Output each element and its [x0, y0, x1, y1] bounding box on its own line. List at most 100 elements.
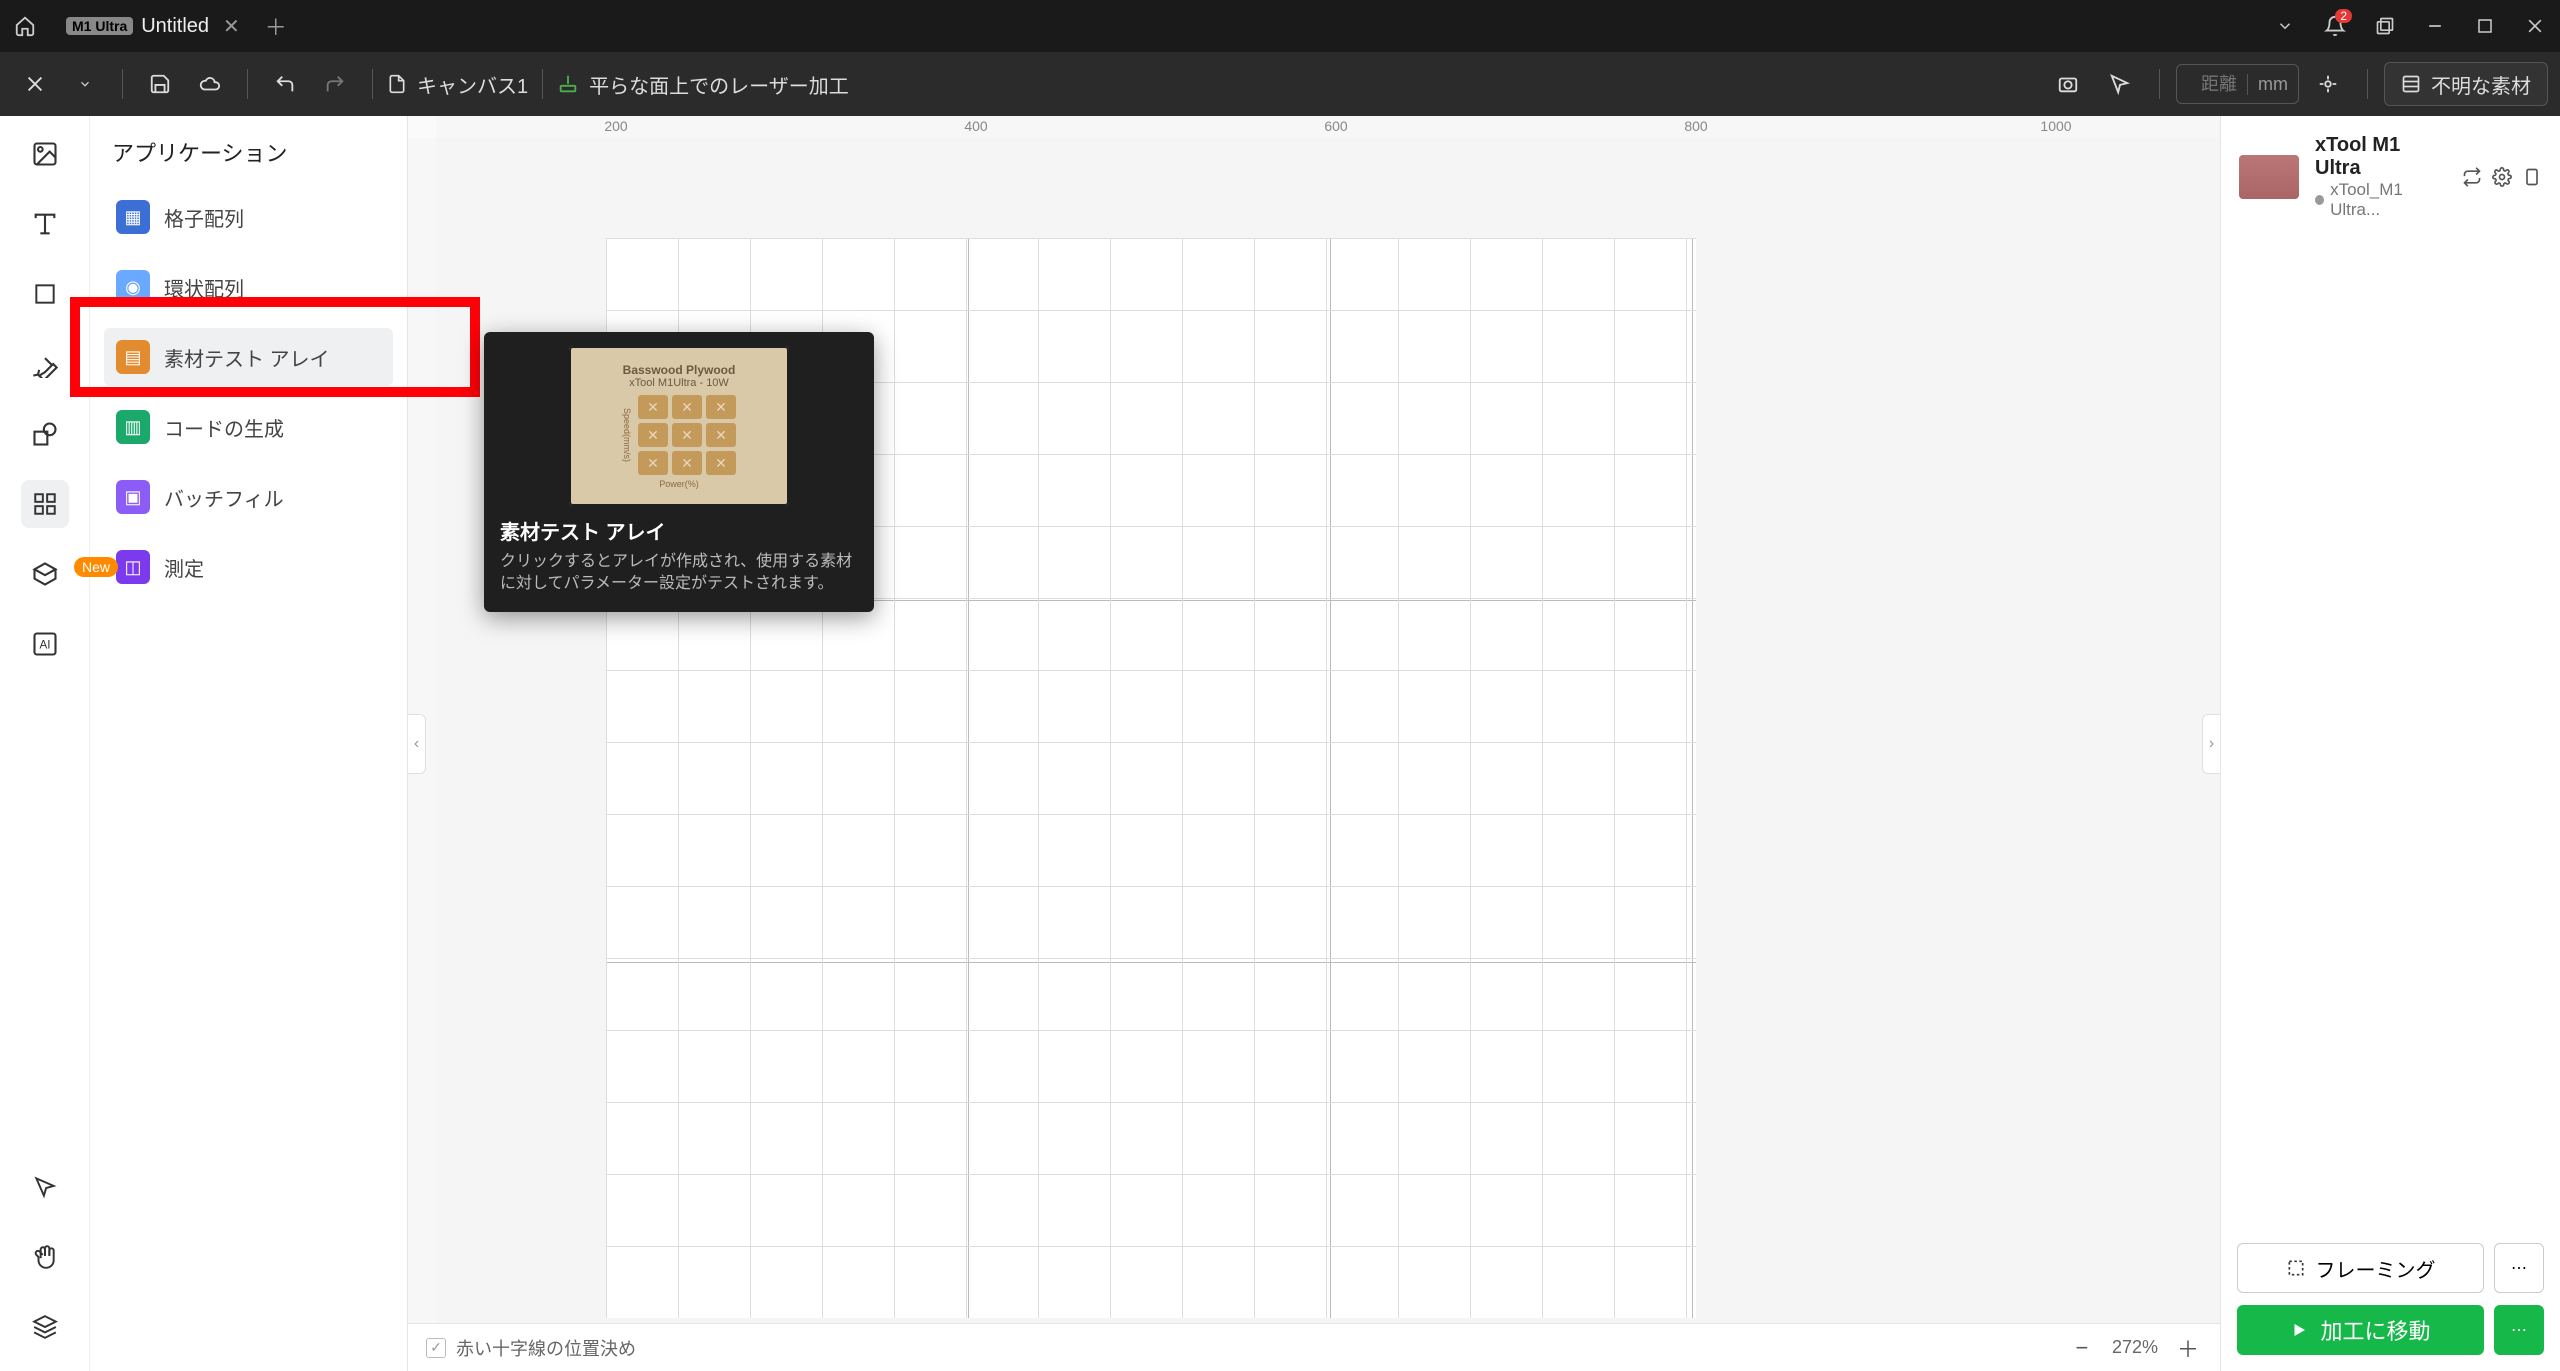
- material-selector[interactable]: 不明な素材: [2384, 62, 2548, 106]
- mode-label: 平らな面上でのレーザー加工: [589, 70, 849, 99]
- layers-tool-icon[interactable]: [21, 1303, 69, 1351]
- image-tool-icon[interactable]: [21, 130, 69, 178]
- app-item-batch-fill[interactable]: ▣ バッチフィル: [104, 468, 393, 526]
- zoom-out-button[interactable]: −: [2068, 1334, 2096, 1362]
- tab-title: Untitled: [141, 15, 209, 38]
- app-item-label: 格子配列: [164, 203, 244, 232]
- material-test-icon: ▤: [116, 340, 150, 374]
- ruler-tick: 200: [604, 118, 627, 134]
- collapse-left-panel[interactable]: ‹: [408, 714, 426, 774]
- window-close-icon[interactable]: [2510, 1, 2560, 51]
- app-item-grid-array[interactable]: ▦ 格子配列: [104, 188, 393, 246]
- camera-icon[interactable]: [2045, 61, 2091, 107]
- tooltip-thumb-sub: xTool M1Ultra - 10W: [629, 377, 729, 389]
- process-go-button[interactable]: 加工に移動: [2237, 1305, 2484, 1355]
- ruler-tick: 1000: [2040, 118, 2071, 134]
- go-label: 加工に移動: [2320, 1314, 2430, 1346]
- redo-icon[interactable]: [312, 61, 358, 107]
- chevron-down-icon[interactable]: [2260, 1, 2310, 51]
- measure-icon: ◫: [116, 550, 150, 584]
- process-more-button[interactable]: ⋯: [2494, 1305, 2544, 1355]
- app-item-material-test-array[interactable]: ▤ 素材テスト アレイ: [104, 328, 393, 386]
- app-item-label: 素材テスト アレイ: [164, 343, 330, 372]
- device-tag-badge: M1 Ultra: [66, 17, 133, 35]
- cursor-target-icon[interactable]: [2097, 61, 2143, 107]
- material-label: 不明な素材: [2431, 70, 2531, 99]
- framing-more-button[interactable]: ⋯: [2494, 1243, 2544, 1293]
- tooltip-power-axis: Power(%): [659, 479, 699, 489]
- notifications-icon[interactable]: 2: [2310, 1, 2360, 51]
- package-tool-icon[interactable]: [21, 550, 69, 598]
- new-badge: New: [74, 557, 118, 577]
- app-item-code-generation[interactable]: ▥ コードの生成: [104, 398, 393, 456]
- tooltip-preview: Basswood Plywood xTool M1Ultra - 10W Spe…: [569, 346, 789, 506]
- ruler-horizontal: 200 400 600 800 1000 1200: [436, 116, 2220, 138]
- hand-tool-icon[interactable]: [21, 1233, 69, 1281]
- zoom-value: 272%: [2112, 1337, 2158, 1358]
- home-icon[interactable]: [0, 1, 50, 51]
- swap-device-icon[interactable]: [2462, 167, 2482, 187]
- save-icon[interactable]: [137, 61, 183, 107]
- ruler-tick: 800: [1684, 118, 1707, 134]
- app-item-circular-array[interactable]: ◉ 環状配列: [104, 258, 393, 316]
- distance-input-group: mm: [2176, 64, 2299, 104]
- circular-array-icon: ◉: [116, 270, 150, 304]
- batch-fill-icon: ▣: [116, 480, 150, 514]
- application-panel-header: アプリケーション: [90, 116, 407, 188]
- text-tool-icon[interactable]: [21, 200, 69, 248]
- shape-tool-icon[interactable]: [21, 410, 69, 458]
- device-name: xTool M1 Ultra: [2315, 134, 2446, 180]
- pin-panel-icon[interactable]: [2522, 167, 2542, 187]
- tooltip-title: 素材テスト アレイ: [500, 516, 858, 545]
- pointer-tool-icon[interactable]: [21, 1163, 69, 1211]
- app-item-label: 環状配列: [164, 273, 244, 302]
- collapse-right-panel[interactable]: ›: [2202, 714, 2220, 774]
- minimize-icon[interactable]: [2410, 1, 2460, 51]
- crosshair-checkbox[interactable]: ✓: [426, 1338, 446, 1358]
- settings-icon[interactable]: [2492, 167, 2512, 187]
- device-thumbnail: [2239, 155, 2299, 199]
- rectangle-tool-icon[interactable]: [21, 270, 69, 318]
- svg-text:AI: AI: [39, 639, 50, 652]
- ruler-tick: 400: [964, 118, 987, 134]
- undo-icon[interactable]: [262, 61, 308, 107]
- zoom-in-button[interactable]: ＋: [2174, 1334, 2202, 1362]
- apps-tool-icon[interactable]: [21, 480, 69, 528]
- maximize-icon[interactable]: [2460, 1, 2510, 51]
- tooltip-speed-axis: Speed(mm/s): [622, 408, 632, 462]
- pen-tool-icon[interactable]: [21, 340, 69, 388]
- tool-rail: AI: [0, 116, 90, 1371]
- app-menu-button[interactable]: [12, 61, 58, 107]
- code-gen-icon: ▥: [116, 410, 150, 444]
- toolbar: キャンバス1 平らな面上でのレーザー加工 mm 不明な素材: [0, 52, 2560, 116]
- right-panel: xTool M1 Ultra xTool_M1 Ultra...: [2220, 116, 2560, 1371]
- status-bar: ✓ 赤い十字線の位置決め − 272% ＋: [408, 1323, 2220, 1371]
- titlebar: M1 Ultra Untitled ✕ ＋ 2: [0, 0, 2560, 52]
- laser-mode-icon: [557, 73, 579, 95]
- app-item-label: コードの生成: [164, 413, 284, 442]
- new-tab-button[interactable]: ＋: [256, 10, 296, 42]
- tooltip-thumb-title: Basswood Plywood: [623, 363, 736, 377]
- app-item-label: バッチフィル: [164, 483, 284, 512]
- close-icon[interactable]: ✕: [223, 14, 240, 39]
- app-item-tooltip: Basswood Plywood xTool M1Ultra - 10W Spe…: [484, 332, 874, 612]
- application-panel: アプリケーション ▦ 格子配列 ◉ 環状配列 ▤ 素材テスト アレイ ▥ コード…: [90, 116, 408, 1371]
- device-connection: xTool_M1 Ultra...: [2315, 180, 2446, 220]
- ai-tool-icon[interactable]: AI: [21, 620, 69, 668]
- windows-icon[interactable]: [2360, 1, 2410, 51]
- document-tab[interactable]: M1 Ultra Untitled ✕: [50, 0, 256, 52]
- app-item-label: 測定: [164, 553, 204, 582]
- app-item-measure[interactable]: New ◫ 測定: [104, 538, 393, 596]
- canvas-selector[interactable]: キャンバス1: [387, 70, 528, 99]
- processing-mode[interactable]: 平らな面上でのレーザー加工: [557, 70, 849, 99]
- framing-button[interactable]: フレーミング: [2237, 1243, 2484, 1293]
- distance-unit: mm: [2247, 74, 2298, 95]
- distance-input[interactable]: [2177, 74, 2247, 95]
- canvas-workspace[interactable]: 200 400 600 800 1000 1200 ‹ › ✓ 赤い十字線の位置…: [408, 116, 2220, 1371]
- chevron-down-icon[interactable]: [62, 61, 108, 107]
- auto-focus-icon[interactable]: [2305, 61, 2351, 107]
- notification-count: 2: [2335, 9, 2352, 23]
- ruler-tick: 600: [1324, 118, 1347, 134]
- device-row: xTool M1 Ultra xTool_M1 Ultra...: [2221, 116, 2560, 238]
- cloud-sync-icon[interactable]: [187, 61, 233, 107]
